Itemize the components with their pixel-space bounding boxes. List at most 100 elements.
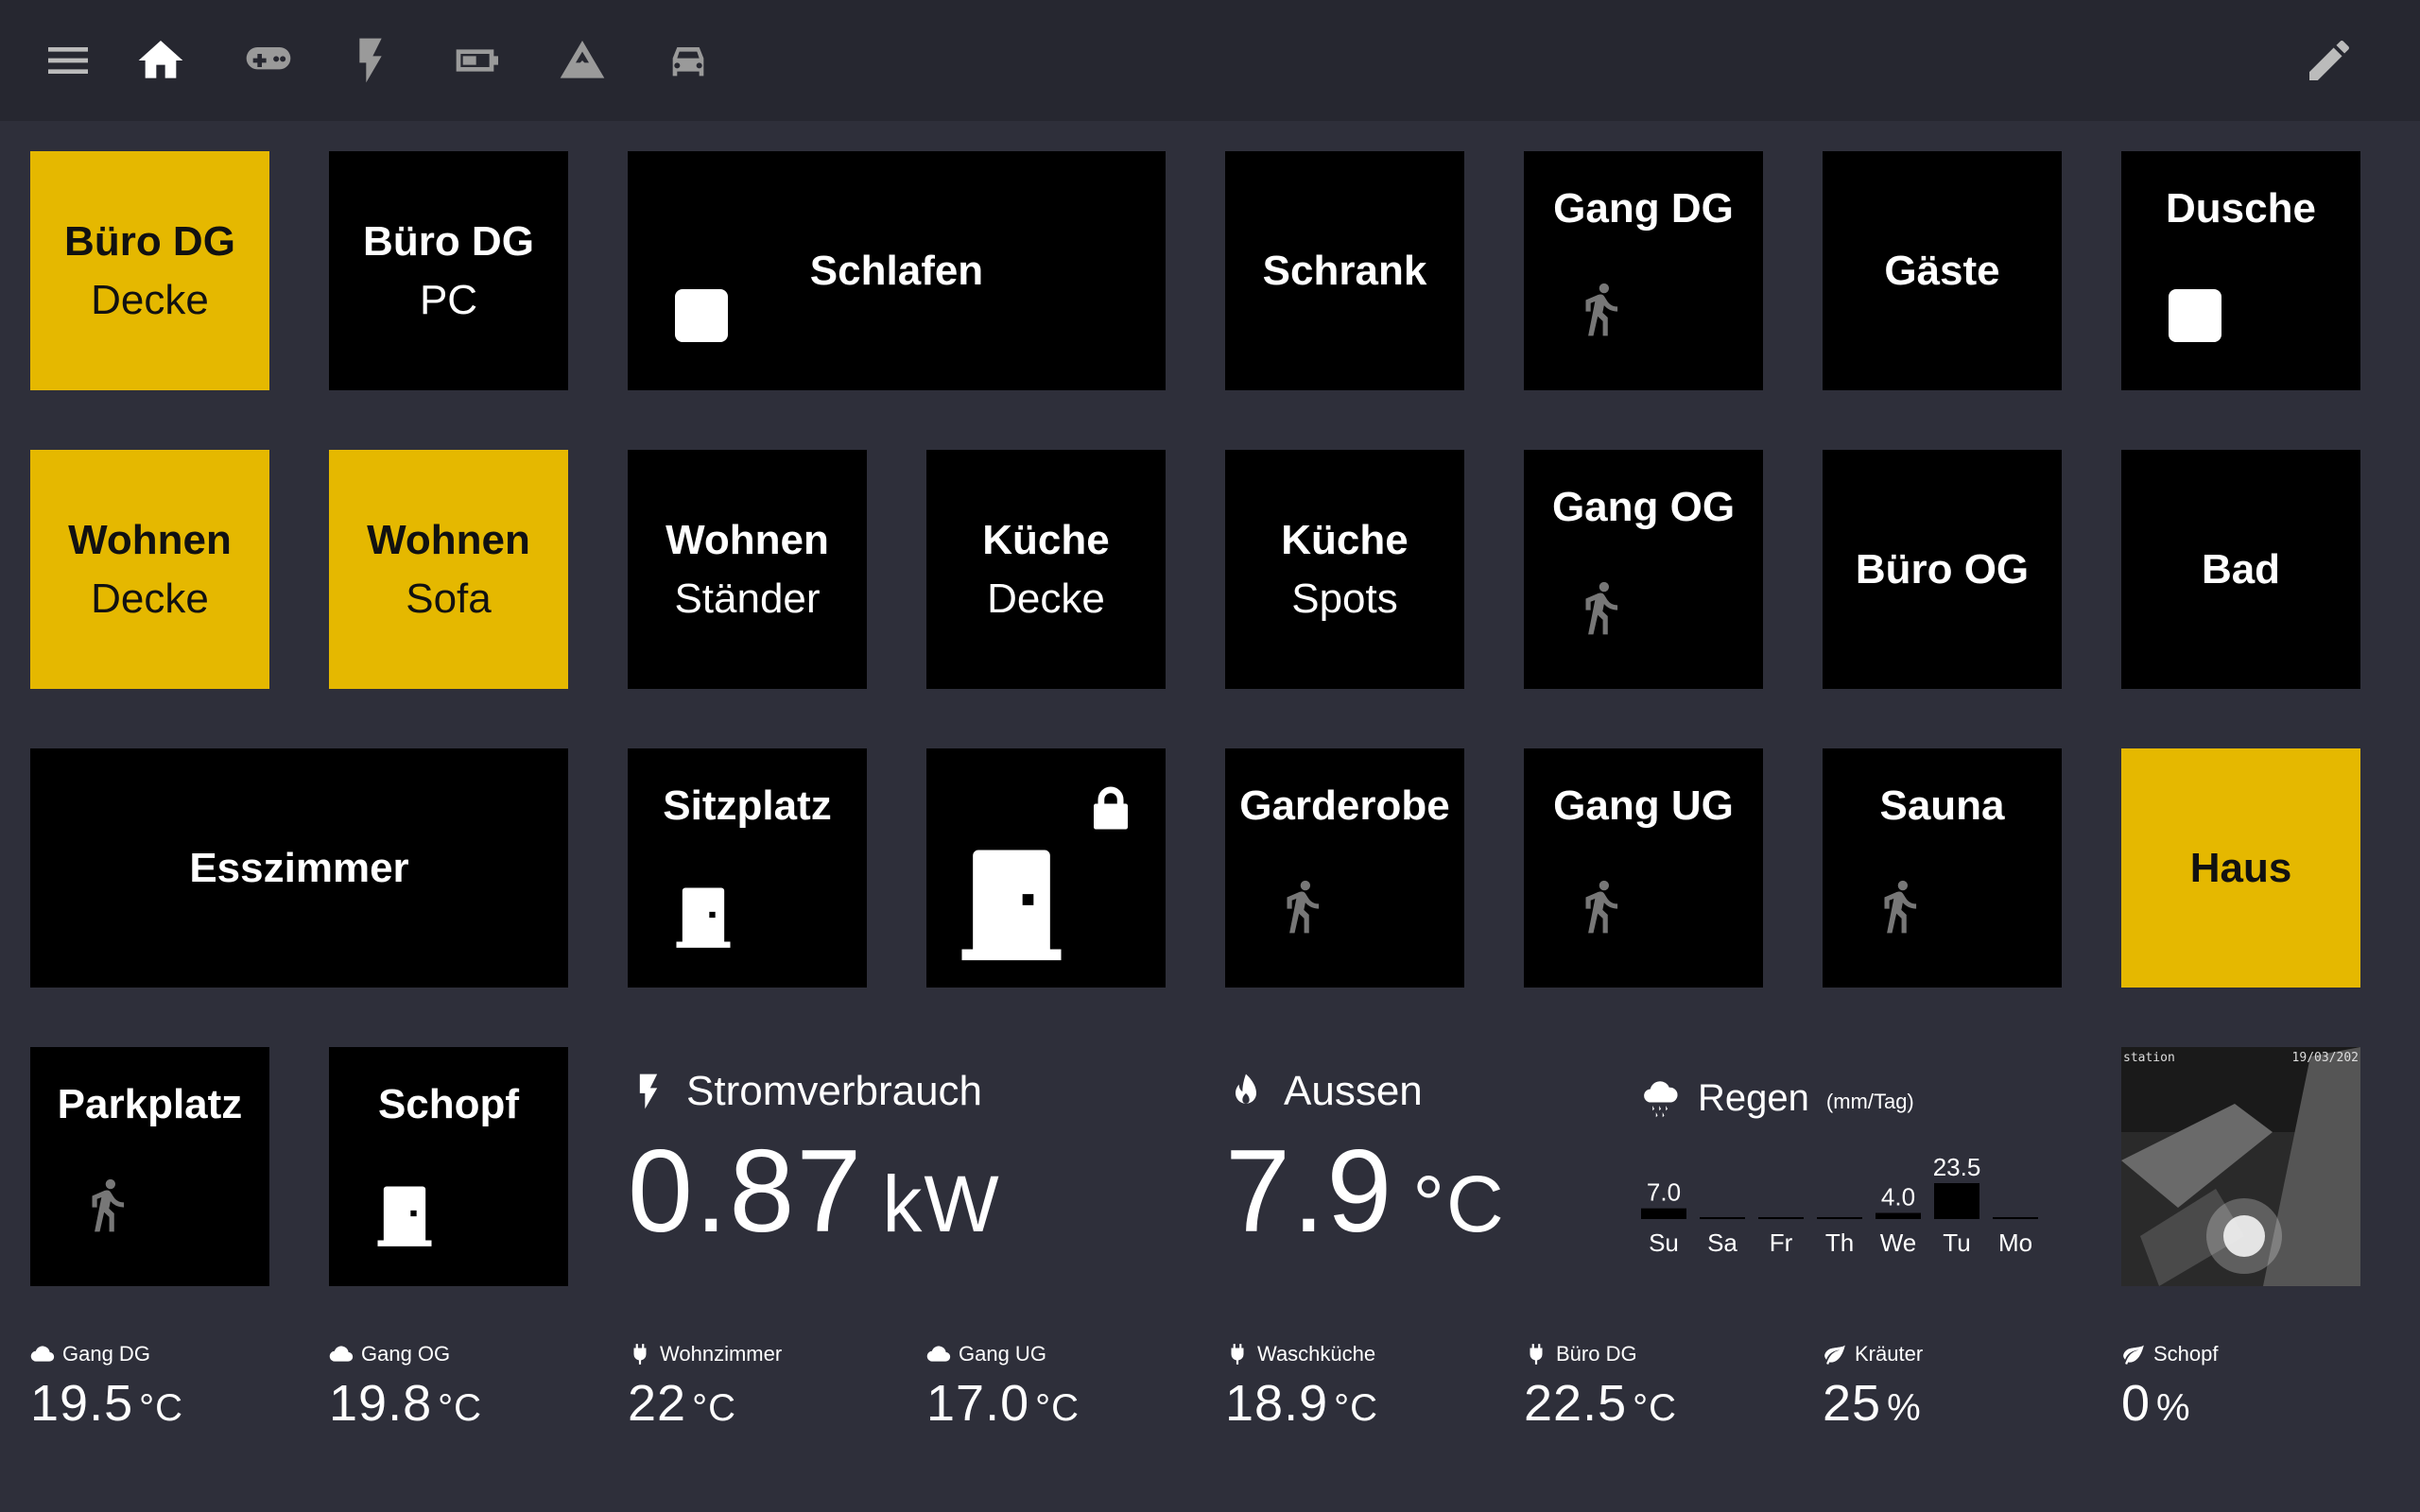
leaf-icon [2123, 1345, 2144, 1365]
sensor-unit: °C [139, 1387, 183, 1429]
gamepad-icon[interactable] [238, 30, 299, 91]
rain-value-label: 4.0 [1881, 1183, 1915, 1211]
door-tile-schopf[interactable]: Schopf [329, 1047, 568, 1286]
sensor-value: 19.8 [329, 1375, 433, 1432]
light-tile-buero-dg-pc[interactable]: Büro DG PC [329, 151, 568, 390]
motion-tile-gang-dg[interactable]: Gang DG [1524, 151, 1763, 390]
light-tile-wohnen-decke[interactable]: Wohnen Decke [30, 450, 269, 689]
tile-title: Wohnen [68, 516, 232, 563]
lightning-icon[interactable] [340, 30, 401, 91]
tile-subtitle: Decke [91, 575, 209, 622]
rain-day-label: Tu [1943, 1228, 1970, 1257]
sensor-value: 17.0 [926, 1375, 1030, 1432]
light-tile-kueche-decke[interactable]: Küche Decke [926, 450, 1166, 689]
motion-tile-parkplatz[interactable]: Parkplatz [30, 1047, 269, 1286]
door-tile-sitzplatz[interactable]: Sitzplatz [628, 748, 867, 988]
light-tile-haus[interactable]: Haus [2121, 748, 2360, 988]
cloud-icon [926, 1346, 951, 1362]
door-icon [961, 850, 1062, 961]
rain-day-label: Su [1649, 1228, 1679, 1257]
light-tile-esszimmer[interactable]: Esszimmer [30, 748, 568, 988]
sensor-gang-og[interactable]: Gang OG 19.8 °C [329, 1342, 482, 1455]
rain-baseline [1817, 1217, 1862, 1219]
sensor-gang-ug[interactable]: Gang UG 17.0 °C [926, 1342, 1080, 1455]
camera-feed[interactable]: station 19/03/202 [2121, 1047, 2360, 1286]
sensor-name: Gang OG [361, 1342, 451, 1366]
tile-subtitle: PC [419, 276, 478, 323]
sensor-unit: °C [1035, 1387, 1080, 1429]
door-lock-tile[interactable] [926, 748, 1166, 988]
motion-tile-gang-og[interactable]: Gang OG [1524, 450, 1763, 689]
sensor-unit: °C [1633, 1387, 1677, 1429]
power-value: 0.87 [628, 1126, 864, 1257]
tile-title: Büro DG [363, 217, 534, 265]
motion-icon [1287, 880, 1320, 934]
lock-icon [1094, 786, 1128, 830]
rain-unit: (mm/Tag) [1825, 1089, 1914, 1113]
sensor-buero-dg[interactable]: Büro DG 22.5 °C [1524, 1342, 1677, 1455]
sensor-value: 18.9 [1225, 1375, 1329, 1432]
sensor-name: Kräuter [1855, 1342, 1924, 1366]
rain-title: Regen [1698, 1077, 1809, 1119]
light-tile-bad[interactable]: Bad [2121, 450, 2360, 689]
sensor-unit: % [2156, 1387, 2191, 1429]
camera-overlay-right: 19/03/202 [2291, 1051, 2359, 1065]
car-icon[interactable] [658, 30, 718, 91]
sensor-schopf[interactable]: Schopf 0% [2121, 1342, 2219, 1455]
tile-title: Schrank [1262, 247, 1427, 294]
home-icon[interactable] [130, 30, 191, 91]
power-card[interactable]: Stromverbrauch 0.87 kW [628, 1068, 1001, 1259]
battery-icon[interactable] [448, 30, 509, 91]
light-tile-wohnen-staender[interactable]: Wohnen Ständer [628, 450, 867, 689]
door-icon [676, 887, 731, 948]
rain-baseline [1993, 1217, 2038, 1219]
mountain-icon[interactable] [552, 30, 613, 91]
light-tile-buero-dg-decke[interactable]: Büro DG Decke [30, 151, 269, 390]
fire-icon [1236, 1074, 1256, 1104]
tile-title: Gang UG [1553, 782, 1734, 829]
tile-title: Gäste [1884, 247, 2000, 294]
sensor-name: Wohnzimmer [660, 1342, 783, 1366]
tile-subtitle: Spots [1291, 575, 1398, 622]
sensor-waschkueche[interactable]: Waschküche 18.9 °C [1225, 1342, 1378, 1455]
motion-icon [1585, 283, 1618, 336]
tile-title: Parkplatz [57, 1081, 243, 1127]
motion-tile-sauna[interactable]: Sauna [1823, 748, 2062, 988]
menu-icon[interactable] [38, 30, 98, 91]
rain-card[interactable]: Regen (mm/Tag) 7.0 Su Sa Fr Th 4.0 We 23.5 Tu Mo [1641, 1077, 2057, 1266]
motion-tile-garderobe[interactable]: Garderobe [1225, 748, 1464, 988]
tile-subtitle: Sofa [406, 575, 492, 622]
motion-icon [1884, 880, 1917, 934]
tile-title: Bad [2201, 545, 2281, 593]
sensor-kraeuter[interactable]: Kräuter 25% [1823, 1342, 1923, 1455]
light-tile-dusche[interactable]: Dusche [2121, 151, 2360, 390]
outside-value: 7.9 [1225, 1126, 1394, 1257]
outside-temperature-card[interactable]: Aussen 7.9 °C [1225, 1068, 1506, 1259]
light-tile-schrank[interactable]: Schrank [1225, 151, 1464, 390]
square-indicator-icon [2169, 289, 2221, 342]
tile-title: Gang DG [1553, 185, 1734, 232]
sensor-gang-dg[interactable]: Gang DG 19.5 °C [30, 1342, 183, 1455]
leaf-icon [1824, 1345, 1845, 1365]
sensor-name: Gang UG [959, 1342, 1046, 1366]
tile-title: Gang OG [1551, 484, 1736, 530]
pencil-icon[interactable] [2299, 30, 2360, 91]
sensor-name: Gang DG [62, 1342, 150, 1366]
tile-title: Haus [2189, 844, 2292, 891]
sensor-wohnzimmer[interactable]: Wohnzimmer 22 °C [628, 1342, 782, 1455]
light-tile-gaeste[interactable]: Gäste [1823, 151, 2062, 390]
door-icon [377, 1186, 432, 1246]
rain-bar [1934, 1183, 1979, 1219]
rain-baseline [1700, 1217, 1745, 1219]
rain-bar [1641, 1208, 1686, 1219]
light-tile-schlafen[interactable]: Schlafen [628, 151, 1166, 390]
power-title: Stromverbrauch [686, 1068, 983, 1114]
light-tile-kueche-spots[interactable]: Küche Spots [1225, 450, 1464, 689]
plug-icon [633, 1344, 647, 1365]
light-tile-wohnen-sofa[interactable]: Wohnen Sofa [329, 450, 568, 689]
tile-subtitle: Decke [91, 276, 209, 323]
tile-title: Sitzplatz [663, 782, 832, 829]
sensor-unit: °C [1334, 1387, 1378, 1429]
motion-tile-gang-ug[interactable]: Gang UG [1524, 748, 1763, 988]
light-tile-buero-og[interactable]: Büro OG [1823, 450, 2062, 689]
